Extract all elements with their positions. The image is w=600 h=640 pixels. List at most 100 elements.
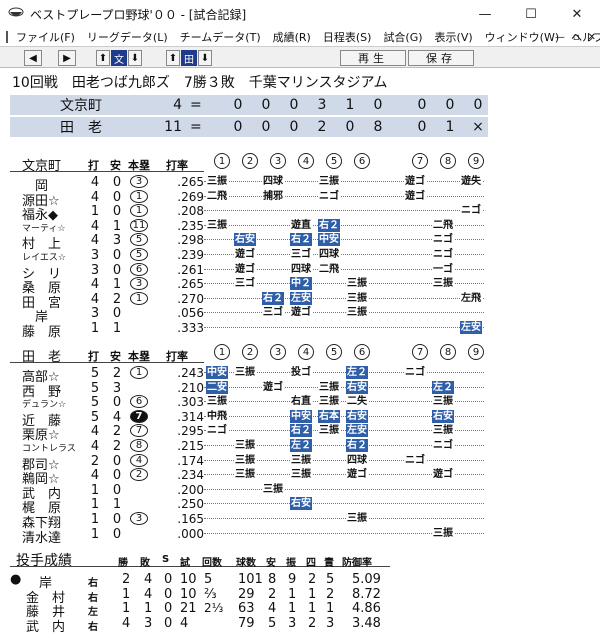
hit-result: 右２: [290, 233, 312, 247]
player-row[interactable]: 武 内 1 0.200 三振: [0, 482, 600, 502]
at-bats: 4: [90, 439, 100, 454]
home-runs-circle: 3: [130, 277, 148, 291]
up-arrow-icon[interactable]: ⬆: [166, 50, 180, 66]
document-icon[interactable]: [6, 31, 8, 43]
pitching-stat-ip: ⅔: [204, 586, 217, 602]
player-row[interactable]: 福永◆ 1 0 1.208 ニゴ: [0, 204, 600, 223]
player-row[interactable]: 田 宮 4 2 1.270 右２ 左安 三振 左飛: [0, 291, 600, 311]
at-bats: 5: [90, 395, 100, 411]
menu-window[interactable]: ウィンドウ(W): [485, 29, 559, 45]
menu-game[interactable]: 試合(G): [383, 29, 422, 45]
maximize-button[interactable]: ☐: [508, 0, 554, 28]
at-bat-result: 三振: [432, 526, 454, 540]
batting-average: .250: [177, 497, 204, 512]
player-row[interactable]: デュラン☆ 5 0 6.303 三振 右直 三振 二失 三振: [0, 395, 600, 411]
pitching-stat-h: 2: [268, 586, 277, 602]
menu-team-data[interactable]: チームデータ(T): [180, 29, 261, 45]
hits: 2: [112, 291, 122, 307]
replay-button[interactable]: 再生: [340, 50, 406, 66]
pitching-stat-w: 1: [122, 601, 131, 616]
home-team-button[interactable]: 田: [181, 50, 197, 66]
at-bat-result: 四球: [290, 262, 312, 276]
window-title: ベストプレープロ野球'００ - [試合記録]: [30, 7, 247, 22]
minimize-button[interactable]: —: [462, 0, 508, 28]
pitching-stat-s: 0: [164, 615, 173, 631]
pitcher-row[interactable]: 藤 井左 1 1 0 21 2⅓ 63 4 1 1 1 4.86: [0, 601, 600, 620]
at-bat-result: 左飛: [460, 291, 482, 305]
menu-league-data[interactable]: リーグデータ(L): [87, 29, 168, 45]
home-runs-circle: 7: [130, 424, 148, 438]
player-row[interactable]: 鵜岡☆ 4 0 2.234 三振 三振 遊ゴ 遊ゴ: [0, 468, 600, 487]
pitcher-row[interactable]: ● 岸右 2 4 0 10 5 101 8 9 2 5 5.09: [0, 572, 600, 591]
away-team-button[interactable]: 文: [111, 50, 127, 66]
at-bat-result: 三振: [234, 453, 256, 467]
mdi-minimize-button[interactable]: —: [555, 32, 565, 43]
batting-average: .210: [177, 380, 204, 395]
player-row[interactable]: シ リ 3 0 6.261 遊ゴ 四球 二飛 一ゴ: [0, 262, 600, 282]
home-runs-circle: 5: [130, 248, 148, 261]
player-row[interactable]: 藤 原 1 1 .333 左安: [0, 321, 600, 340]
menu-records[interactable]: 成績(R): [273, 29, 311, 45]
player-row[interactable]: 森下翔 1 0 3.165 三振: [0, 512, 600, 531]
player-row[interactable]: 村 上 4 3 5.298 右安 右２ 中安 ニゴ: [0, 233, 600, 252]
player-row[interactable]: コントレラス 4 2 8 .215 三振 左２ 右２ ニゴ: [0, 439, 600, 454]
player-row[interactable]: 源田☆ 4 0 1.269 二飛 捕邪 ニゴ 遊ゴ: [0, 189, 600, 209]
next-arrow-icon[interactable]: ▶: [58, 50, 76, 66]
batting-average: .295: [177, 424, 204, 439]
player-row[interactable]: 栗原☆ 4 2 7.295 ニゴ 右２ 三振 左安 三振: [0, 424, 600, 443]
player-name: 清水達: [22, 530, 62, 546]
batting-average: .243: [177, 366, 204, 380]
hit-result: 左安: [346, 424, 368, 438]
hits: 0: [112, 395, 122, 411]
at-bat-result: ニゴ: [460, 204, 482, 218]
player-row[interactable]: 梶 原 1 1.250 右安: [0, 497, 600, 516]
player-row[interactable]: 西 野 5 3.210 二安 遊ゴ 三振 右安 左２: [0, 380, 600, 400]
menu-schedule[interactable]: 日程表(S): [323, 29, 372, 45]
home-runs-circle: 1: [130, 204, 148, 218]
menu-view[interactable]: 表示(V): [435, 29, 473, 45]
mdi-restore-button[interactable]: ▫: [573, 32, 580, 43]
player-name: デュラン☆: [22, 400, 67, 411]
save-button[interactable]: 保存: [408, 50, 474, 66]
pitching-stat-er: 2: [326, 586, 335, 602]
player-row[interactable]: 桑 原 4 1 3.265 三ゴ 中２ 三振 三振: [0, 277, 600, 296]
inning-number-circle: 9: [468, 153, 484, 169]
up-arrow-icon[interactable]: ⬆: [96, 50, 110, 66]
hit-result: 右安: [234, 233, 256, 247]
at-bat-result: ニゴ: [404, 453, 426, 467]
dotted-leader: [204, 488, 484, 490]
mdi-close-button[interactable]: ✕: [588, 32, 596, 43]
player-row[interactable]: 岡 4 0 3.265 三振 四球 三振 遊ゴ 遊失: [0, 175, 600, 194]
player-row[interactable]: 近 藤 5 4 7.314 中飛 中安 右本 右安 右安: [0, 409, 600, 429]
player-row[interactable]: マーティ☆ 4 1 11.235 三振 遊直 右２ 二飛: [0, 218, 600, 234]
down-arrow-icon[interactable]: ⬇: [128, 50, 142, 66]
player-row[interactable]: 郡司☆ 2 0 4.174 三振 三振 四球 ニゴ: [0, 453, 600, 473]
pitcher-row[interactable]: 武 内右 4 3 0 4 79 5 3 2 3 3.48: [0, 615, 600, 635]
hits: 3: [112, 233, 122, 249]
hits: 0: [112, 453, 122, 469]
at-bat-result: 三振: [206, 395, 228, 409]
player-row[interactable]: 岸 3 0.056 三ゴ 遊ゴ 三振: [0, 306, 600, 325]
at-bat-result: ニゴ: [206, 424, 228, 438]
hits: 2: [112, 424, 122, 440]
hits: 0: [112, 526, 122, 542]
player-row[interactable]: 清水達 1 0 .000 三振: [0, 526, 600, 546]
hits: 2: [112, 439, 122, 454]
down-arrow-icon[interactable]: ⬇: [198, 50, 212, 66]
prev-arrow-icon[interactable]: ◀: [24, 50, 42, 66]
at-bats: 1: [90, 526, 100, 542]
player-row[interactable]: レイエス☆ 3 0 5 .239 遊ゴ 三ゴ 四球 ニゴ: [0, 248, 600, 263]
menu-file[interactable]: ファイル(F): [16, 29, 75, 45]
inning-number-circle: 6: [354, 344, 370, 360]
title-bar: ベストプレープロ野球'００ - [試合記録] — ☐ ✕: [0, 0, 600, 28]
at-bat-result: 三振: [346, 277, 368, 291]
col-header-avg: 打率: [166, 350, 188, 363]
home-runs-circle: 4: [130, 453, 148, 467]
close-button[interactable]: ✕: [554, 0, 600, 28]
pitcher-row[interactable]: 金 村右 1 4 0 10 ⅔ 29 2 1 1 2 8.72: [0, 586, 600, 606]
inning-number-circle: 2: [242, 344, 258, 360]
at-bat-result: 三ゴ: [234, 277, 256, 291]
hits: 1: [112, 321, 122, 336]
player-row[interactable]: 高部☆ 5 2 1.243 中安 三振 投ゴ 左２ ニゴ: [0, 366, 600, 385]
inning-score: 3: [317, 97, 327, 113]
